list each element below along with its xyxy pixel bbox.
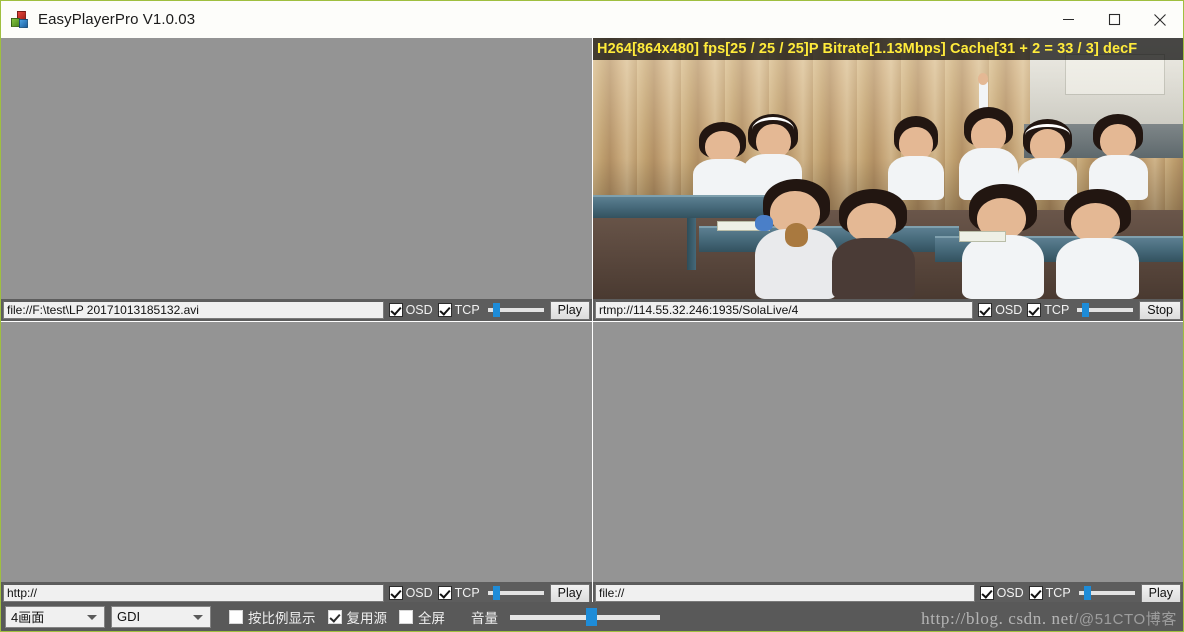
stop-button-top-right[interactable]: Stop (1139, 300, 1181, 320)
tcp-checkbox-top-right[interactable] (1027, 303, 1042, 317)
close-icon[interactable] (1137, 2, 1183, 38)
master-volume-thumb[interactable] (586, 607, 598, 626)
video-surface-top-right[interactable]: H264[864x480] fps[25 / 25 / 25]P Bitrate… (593, 38, 1183, 299)
osd-label-bottom-right: OSD (996, 586, 1024, 600)
renderer-select[interactable]: GDI (111, 605, 211, 628)
pane-controls-bottom-left: OSD TCP Play (1, 582, 592, 604)
window-controls (1045, 2, 1183, 38)
aspect-ratio-label: 按比例显示 (248, 610, 316, 626)
pane-volume-slider-bottom-left[interactable] (487, 584, 544, 602)
aspect-ratio-checkbox[interactable]: 按比例显示 (229, 607, 316, 627)
osd-checkbox-bottom-right[interactable] (979, 586, 994, 600)
url-input-bottom-left[interactable] (3, 584, 384, 602)
fullscreen-checkbox[interactable]: 全屏 (399, 607, 445, 627)
osd-checkbox-top-left[interactable] (388, 303, 403, 317)
layout-select-value: 4画面 (11, 610, 45, 625)
video-pane-bottom-right[interactable]: OSD TCP Play (593, 322, 1183, 604)
video-pane-top-left[interactable]: OSD TCP Play (1, 38, 592, 321)
url-input-top-right[interactable] (595, 301, 974, 319)
osd-label-bottom-left: OSD (405, 586, 433, 600)
osd-checkbox-bottom-left[interactable] (388, 586, 403, 600)
osd-overlay-top-right: H264[864x480] fps[25 / 25 / 25]P Bitrate… (593, 38, 1183, 60)
chevron-down-icon (87, 614, 97, 620)
pane-controls-bottom-right: OSD TCP Play (593, 582, 1183, 604)
tcp-label-bottom-right: TCP (1045, 586, 1071, 600)
watermark: http://blog. csdn. net/@51CTO博客 (921, 608, 1177, 629)
tcp-checkbox-top-left[interactable] (437, 303, 452, 317)
osd-label-top-right: OSD (995, 303, 1023, 317)
master-volume-label: 音量 (471, 610, 498, 626)
reuse-source-checkbox[interactable]: 复用源 (327, 607, 388, 627)
video-pane-bottom-left[interactable]: OSD TCP Play (1, 322, 592, 604)
pane-volume-slider-bottom-right[interactable] (1078, 584, 1135, 602)
maximize-icon[interactable] (1091, 2, 1137, 38)
tcp-label-top-right: TCP (1044, 303, 1070, 317)
title-bar: EasyPlayerPro V1.0.03 (1, 1, 1183, 38)
fullscreen-checkbox-box (399, 609, 413, 624)
video-frame-classroom (593, 38, 1183, 299)
watermark-url: http://blog. csdn. net (921, 609, 1075, 628)
pane-controls-top-left: OSD TCP Play (1, 299, 592, 321)
play-button-top-left[interactable]: Play (549, 300, 590, 320)
tcp-label-bottom-left: TCP (454, 586, 480, 600)
watermark-tail: /@51CTO博客 (1074, 611, 1177, 628)
chevron-down-icon (193, 614, 203, 620)
master-volume-slider[interactable] (510, 607, 660, 627)
aspect-ratio-checkbox-box (229, 609, 243, 624)
video-surface-bottom-left[interactable] (1, 322, 592, 582)
video-grid: OSD TCP Play (1, 38, 1183, 604)
pane-controls-top-right: OSD TCP Stop (593, 299, 1183, 321)
renderer-select-value: GDI (117, 609, 141, 624)
fullscreen-label: 全屏 (418, 610, 445, 626)
pane-volume-slider-top-right[interactable] (1077, 301, 1134, 319)
reuse-source-label: 复用源 (346, 610, 388, 626)
layout-select[interactable]: 4画面 (5, 605, 105, 628)
app-blocks-icon (11, 10, 29, 29)
url-input-bottom-right[interactable] (595, 584, 975, 602)
tcp-checkbox-bottom-right[interactable] (1028, 586, 1043, 600)
minimize-icon[interactable] (1045, 2, 1091, 38)
pane-volume-slider-top-left[interactable] (487, 301, 544, 319)
url-input-top-left[interactable] (3, 301, 384, 319)
tcp-label-top-left: TCP (454, 303, 480, 317)
window-title: EasyPlayerPro V1.0.03 (38, 11, 196, 28)
video-surface-top-left[interactable] (1, 38, 592, 299)
reuse-source-checkbox-box (327, 609, 342, 624)
video-surface-bottom-right[interactable] (593, 322, 1183, 582)
video-pane-top-right[interactable]: H264[864x480] fps[25 / 25 / 25]P Bitrate… (593, 38, 1183, 321)
play-button-bottom-right[interactable]: Play (1140, 583, 1181, 603)
osd-checkbox-top-right[interactable] (978, 303, 993, 317)
tcp-checkbox-bottom-left[interactable] (437, 586, 452, 600)
osd-label-top-left: OSD (405, 303, 433, 317)
bottom-toolbar: 4画面 GDI 按比例显示 复用源 全屏 音量 http://blog. csd… (1, 602, 1183, 631)
play-button-bottom-left[interactable]: Play (549, 583, 590, 603)
master-volume-track (510, 614, 660, 620)
application-window: EasyPlayerPro V1.0.03 OSD TCP (0, 0, 1184, 632)
